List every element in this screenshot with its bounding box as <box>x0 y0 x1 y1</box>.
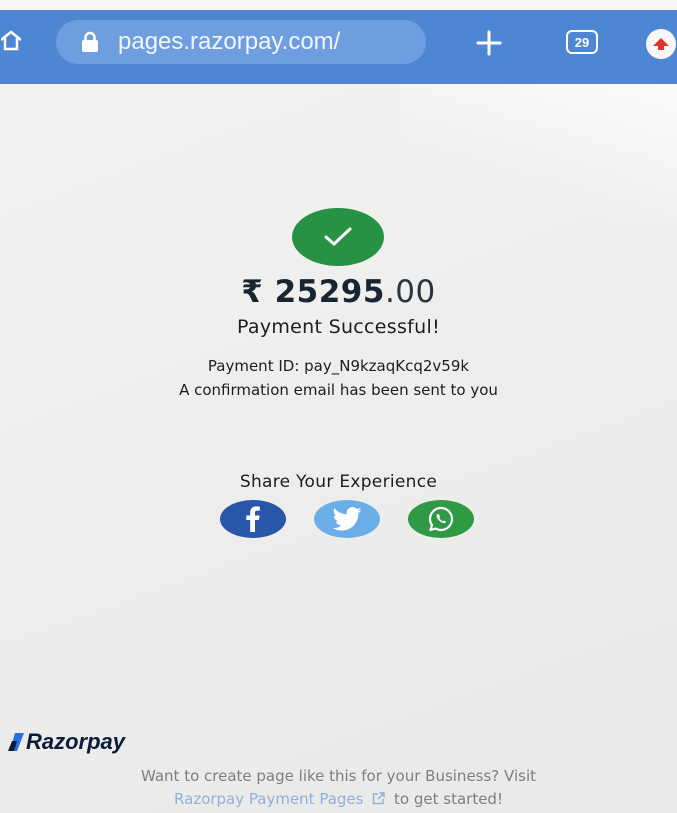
twitter-share-button[interactable] <box>314 500 380 538</box>
payment-pages-link[interactable]: Razorpay Payment Pages <box>174 790 363 808</box>
external-link-icon <box>373 792 385 805</box>
facebook-icon <box>246 506 260 532</box>
success-badge <box>292 208 384 266</box>
payment-page: ₹ 25295.00 Payment Successful! Payment I… <box>0 84 677 813</box>
url-text: pages.razorpay.com/ <box>118 28 341 55</box>
status-strip <box>0 0 677 10</box>
profile-icon <box>653 38 669 50</box>
razorpay-logo[interactable]: Razorpay <box>8 727 125 757</box>
checkmark-icon <box>324 227 352 246</box>
payment-status: Payment Successful! <box>236 316 441 338</box>
payment-id: Payment ID: pay_N9kzaqKcq2v59k <box>207 357 470 375</box>
tab-switcher-button[interactable]: 29 <box>566 30 598 54</box>
new-tab-button[interactable] <box>472 26 506 60</box>
share-title: Share Your Experience <box>239 472 438 492</box>
footer-line-2: Razorpay Payment Pages to get started! <box>0 790 677 808</box>
twitter-icon <box>332 507 362 531</box>
footer-line-1: Want to create page like this for your B… <box>140 767 536 785</box>
brand-name: Razorpay <box>26 729 126 754</box>
address-bar[interactable]: pages.razorpay.com/ <box>56 20 426 64</box>
plus-icon <box>476 30 502 56</box>
razorpay-logo-icon <box>8 733 24 751</box>
currency-symbol: ₹ <box>241 274 264 310</box>
whatsapp-icon <box>428 506 454 532</box>
confirmation-message: A confirmation email has been sent to yo… <box>179 381 498 399</box>
lock-icon <box>78 30 102 54</box>
home-button[interactable] <box>0 26 22 56</box>
home-icon <box>1 30 21 51</box>
browser-toolbar: pages.razorpay.com/ 29 <box>0 0 677 84</box>
profile-button[interactable] <box>646 29 676 59</box>
whatsapp-share-button[interactable] <box>408 500 474 538</box>
facebook-share-button[interactable] <box>220 500 286 538</box>
payment-amount: ₹ 25295.00 <box>0 274 677 310</box>
amount-decimal: .00 <box>384 274 436 310</box>
background-decoration <box>400 84 677 224</box>
amount-whole: 25295 <box>274 274 385 310</box>
tab-count: 29 <box>574 34 590 50</box>
footer-suffix: to get started! <box>394 790 503 808</box>
